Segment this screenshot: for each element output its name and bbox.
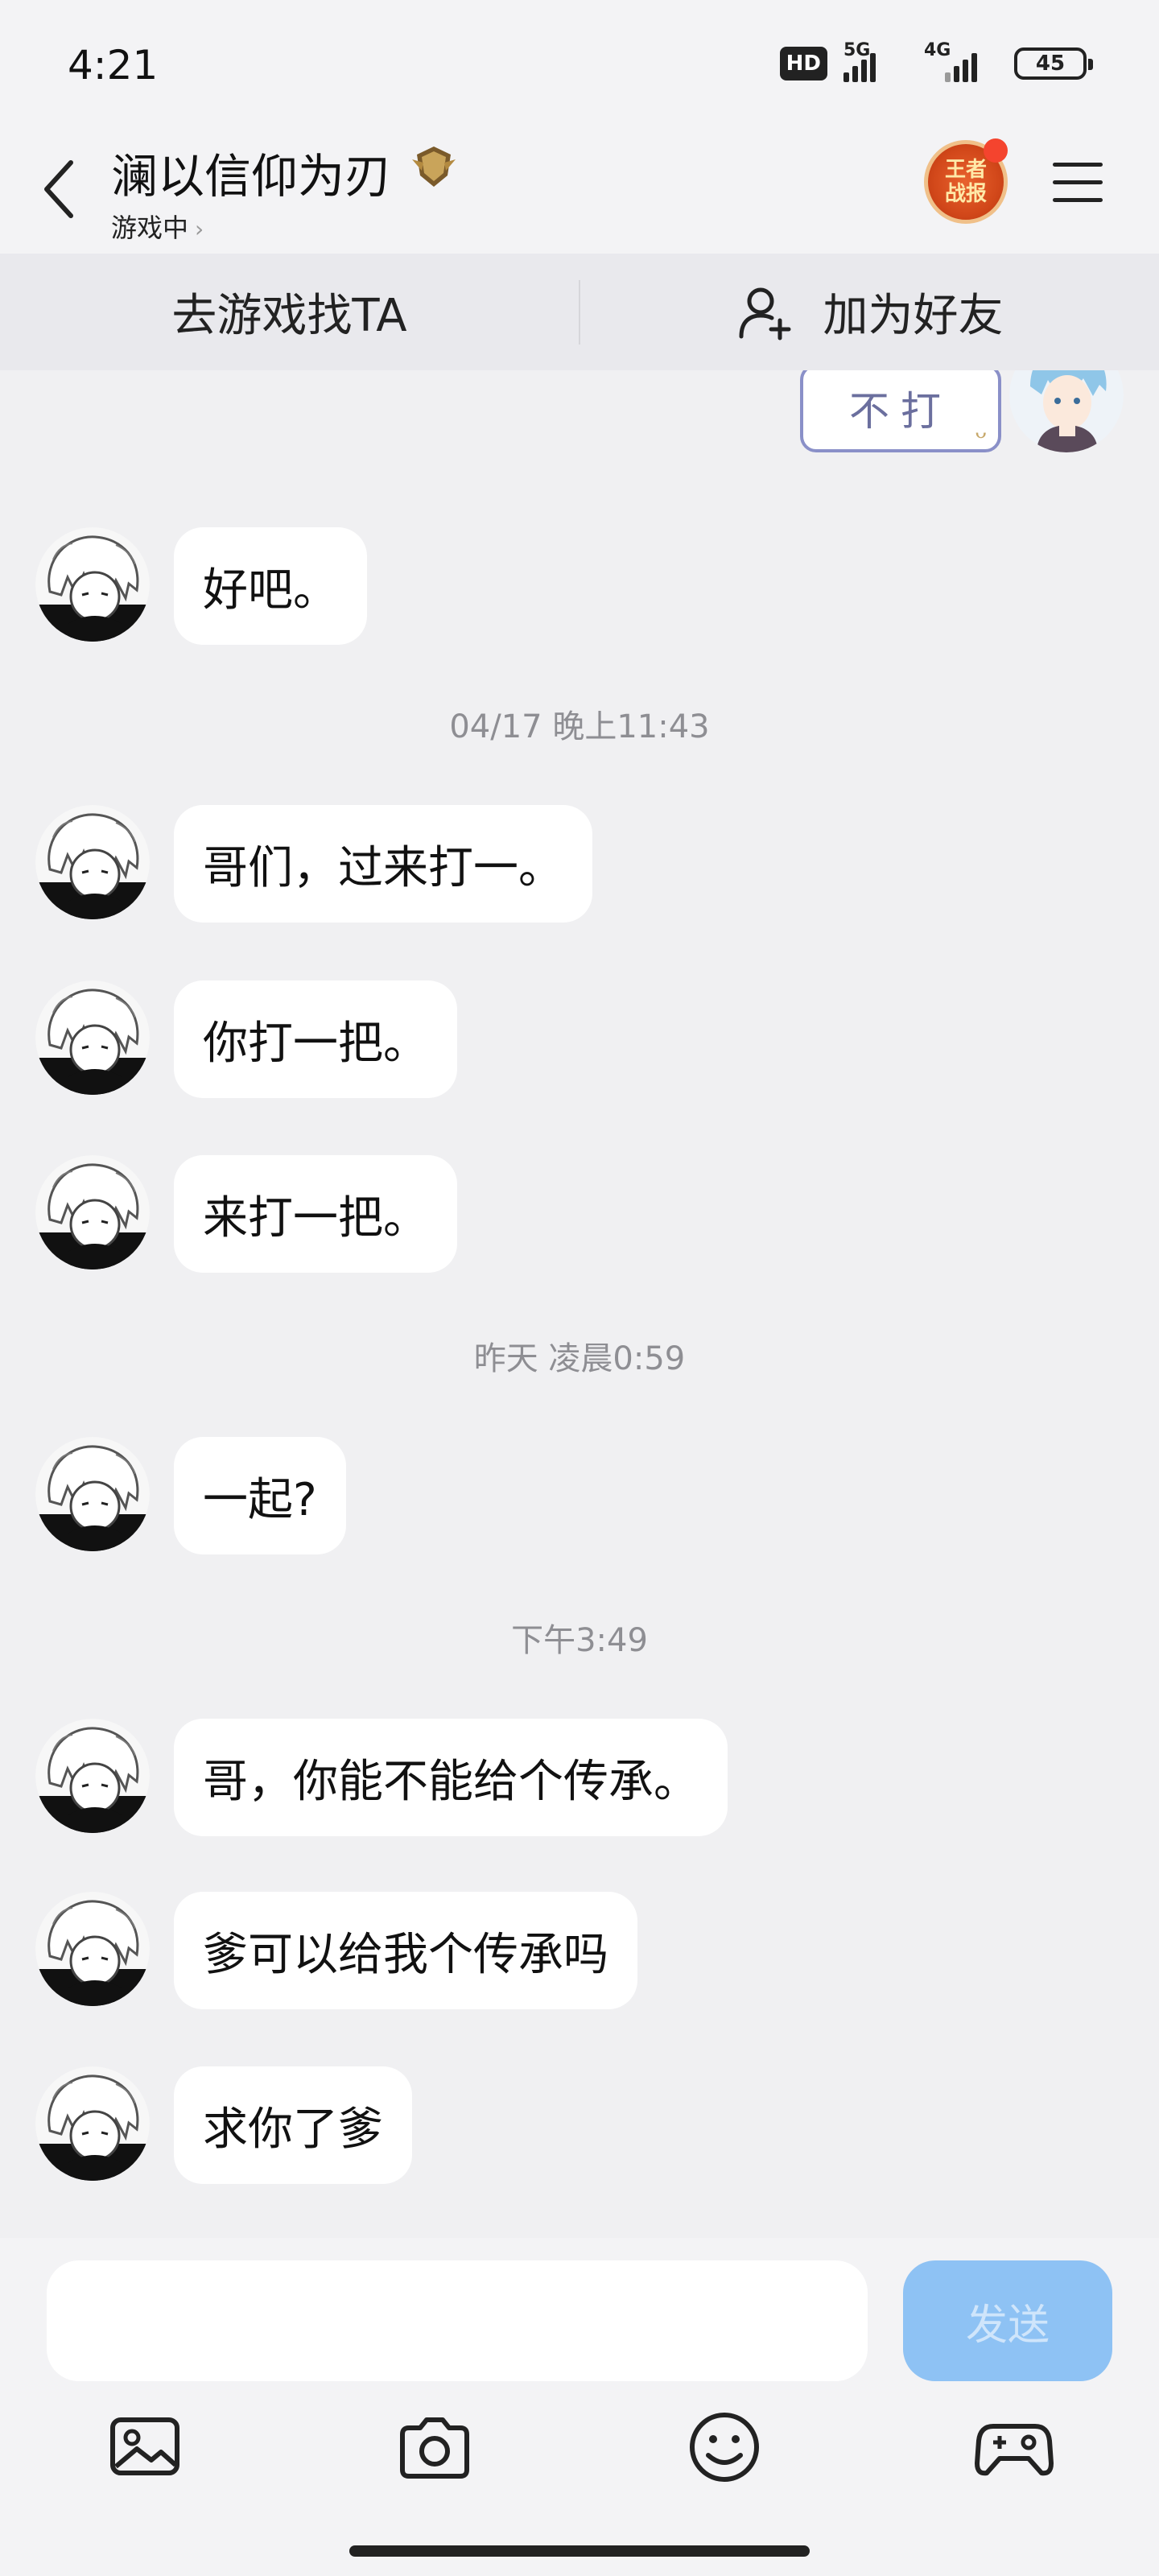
message-bubble[interactable]: 一起? <box>174 1437 346 1554</box>
self-sticker-message: 不打 ᴗ <box>800 370 1124 452</box>
signal-4g-icon: 4G <box>924 40 998 82</box>
incoming-message: 哥们，过来打一。 <box>35 805 592 923</box>
chat-messages[interactable]: 不打 ᴗ 好吧。 04/17 晚上11:43 哥们，过来打一。 你打一把。来打一把。昨… <box>0 370 1159 2238</box>
message-bubble[interactable]: 你打一把。 <box>174 980 457 1098</box>
add-user-icon <box>739 287 790 340</box>
incoming-message: 你打一把。 <box>35 980 457 1098</box>
contact-status-label: 游戏中 <box>111 213 189 243</box>
contact-name[interactable]: 澜以信仰为刃 <box>111 138 391 206</box>
incoming-message: 来打一把。 <box>35 1155 457 1273</box>
action-bar: 去游戏找TA 加为好友 <box>0 254 1159 370</box>
contact-avatar[interactable] <box>35 527 150 642</box>
incoming-message: 一起? <box>35 1437 346 1554</box>
sticker-image[interactable]: 不打 ᴗ <box>800 370 1001 452</box>
menu-icon[interactable] <box>1051 158 1104 206</box>
hd-badge: HD <box>779 47 827 80</box>
message-input[interactable] <box>47 2260 868 2381</box>
camera-icon[interactable] <box>394 2407 475 2487</box>
contact-avatar[interactable] <box>35 1719 150 1833</box>
contact-avatar[interactable] <box>35 980 150 1095</box>
self-avatar[interactable] <box>1009 370 1124 452</box>
message-bubble[interactable]: 哥们，过来打一。 <box>174 805 592 923</box>
emoji-icon[interactable] <box>684 2407 765 2487</box>
contact-avatar[interactable] <box>35 1892 150 2006</box>
status-bar: 4:21 HD 5G 4G 45 <box>0 0 1159 121</box>
message-bubble[interactable]: 求你了爹 <box>174 2066 412 2184</box>
chat-timestamp: 昨天 凌晨0:59 <box>473 1340 686 1377</box>
signal-5g-icon: 5G <box>843 40 908 82</box>
incoming-message: 求你了爹 <box>35 2066 412 2184</box>
add-friend-button[interactable]: 加为好友 <box>580 254 1159 370</box>
add-friend-label: 加为好友 <box>823 290 1004 342</box>
rank-emblem-icon <box>412 147 456 187</box>
message-bubble[interactable]: 哥，你能不能给个传承。 <box>174 1719 728 1836</box>
status-icons: HD 5G 4G 45 <box>779 40 1093 82</box>
notification-dot <box>984 138 1008 163</box>
chat-timestamp: 下午3:49 <box>511 1622 648 1659</box>
chat-header: 澜以信仰为刃 游戏中 › 王者 战报 <box>0 121 1159 254</box>
back-icon[interactable] <box>35 153 84 225</box>
gamepad-icon[interactable] <box>974 2407 1054 2487</box>
battery-icon: 45 <box>1014 47 1093 80</box>
composer: 发送 <box>0 2238 1159 2576</box>
incoming-message: 爹可以给我个传承吗 <box>35 1892 637 2009</box>
contact-avatar[interactable] <box>35 1155 150 1269</box>
contact-avatar[interactable] <box>35 1437 150 1551</box>
message-bubble[interactable]: 好吧。 <box>174 527 367 645</box>
incoming-message: 哥，你能不能给个传承。 <box>35 1719 728 1836</box>
send-button[interactable]: 发送 <box>903 2260 1112 2381</box>
image-icon[interactable] <box>105 2407 185 2487</box>
chevron-right-icon: › <box>195 216 204 242</box>
composer-toolbar <box>0 2407 1159 2504</box>
contact-avatar[interactable] <box>35 2066 150 2181</box>
chat-timestamp: 04/17 晚上11:43 <box>449 708 710 745</box>
message-bubble[interactable]: 来打一把。 <box>174 1155 457 1273</box>
find-in-game-label: 去游戏找TA <box>171 290 407 342</box>
incoming-message: 好吧。 <box>35 527 367 645</box>
contact-status[interactable]: 游戏中 › <box>111 208 204 245</box>
sticker-text: 不打 <box>849 388 952 435</box>
home-indicator[interactable] <box>349 2545 810 2557</box>
find-in-game-button[interactable]: 去游戏找TA <box>0 254 579 370</box>
message-bubble[interactable]: 爹可以给我个传承吗 <box>174 1892 637 2009</box>
contact-avatar[interactable] <box>35 805 150 919</box>
status-time: 4:21 <box>68 42 159 89</box>
